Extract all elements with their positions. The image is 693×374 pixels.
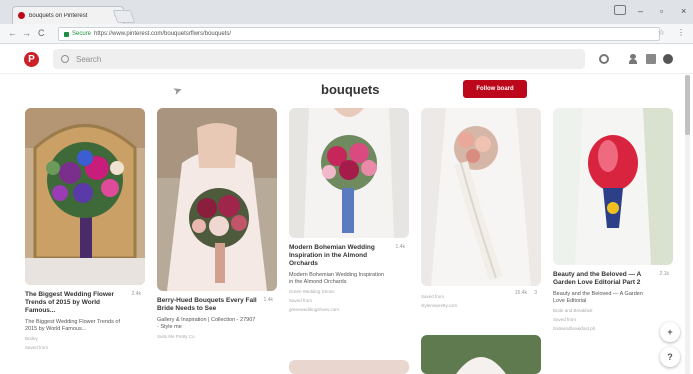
add-pin-button[interactable]: + [660,322,680,342]
shopping-bag-icon[interactable] [646,54,656,64]
board-title: bouquets [321,82,380,97]
pin-saved-from: Saved from [25,345,49,350]
pin-saved-from: Saved from [289,298,313,303]
pin-source[interactable]: Suits Me Pretty Co [157,334,277,340]
help-button[interactable]: ? [660,347,680,367]
follow-board-button[interactable]: Follow board [463,80,527,98]
pin-image[interactable] [421,108,541,286]
pin-source[interactable]: Green Wedding Shoes [289,289,409,295]
pin-source-domain[interactable]: brideandbreakfast.ph [553,326,673,332]
pin-source-domain[interactable]: stylemepretty.com [421,303,541,309]
pin-card[interactable]: The Biggest Wedding Flower Trends of 201… [25,108,145,351]
pin-image[interactable] [25,108,145,285]
compass-icon[interactable] [599,54,609,64]
pin-save-count: 2.4k [131,291,141,297]
profile-icon[interactable] [614,5,626,15]
search-icon [61,55,69,63]
browser-menu-icon[interactable]: ⋮ [677,28,685,37]
pin-card[interactable] [421,335,541,374]
lock-icon [64,31,69,37]
pinterest-header: P Search [0,44,693,74]
user-profile-icon[interactable] [628,54,638,64]
new-tab-button[interactable] [112,10,136,23]
pin-card[interactable]: Beauty and the Beloved — A Garden Love E… [553,108,673,332]
url-text[interactable]: https://www.pinterest.com/bouquetsrflwrs… [94,31,231,37]
minimize-button[interactable]: – [638,6,643,16]
pin-description: Modern Bohemian Wedding Inspiration in t… [289,272,384,285]
pin-description: Beauty and the Beloved — A Garden Love E… [553,291,643,304]
pin-save-count: 1.4k [263,297,273,303]
pin-comment-count: 3 [534,290,537,296]
pin-saved-from: Saved from [553,317,577,322]
send-icon[interactable]: ➤ [171,83,184,98]
pin-title[interactable]: Beauty and the Beloved — A Garden Love E… [553,271,673,287]
messages-icon[interactable] [663,54,673,64]
back-button[interactable]: ← [8,28,17,38]
maximize-button[interactable]: ▫ [660,6,663,16]
address-toolbar: ← → C Secure https://www.pinterest.com/b… [0,24,693,44]
pin-title[interactable]: Modern Bohemian Wedding Inspiration in t… [289,244,409,268]
pinterest-logo-icon[interactable]: P [24,52,39,67]
pin-card[interactable]: Modern Bohemian Wedding Inspiration in t… [289,108,409,313]
pin-image[interactable] [421,335,541,374]
pin-image[interactable] [553,108,673,265]
search-input[interactable]: Search [53,49,585,69]
bookmark-star-icon[interactable]: ☆ [658,28,665,37]
pin-save-count: 1.4k [395,244,405,250]
secure-label: Secure [72,31,92,37]
pin-title[interactable]: The Biggest Wedding Flower Trends of 201… [25,291,145,315]
pin-source[interactable]: Bridey [25,336,145,342]
pin-source-domain[interactable]: greenweddingshoes.com [289,307,409,313]
address-bar[interactable]: Secure https://www.pinterest.com/bouquet… [58,27,660,41]
scrollbar-thumb[interactable] [685,75,690,135]
pin-image[interactable] [289,108,409,238]
forward-button[interactable]: → [22,28,31,38]
search-placeholder: Search [76,54,102,64]
pin-save-count: 2.1k [659,271,669,277]
pin-save-count: 15.4k [514,290,527,296]
pin-image[interactable] [289,360,409,374]
pin-card[interactable]: Berry-Hued Bouquets Every Fall Bride Nee… [157,108,277,340]
pinterest-favicon-icon [18,12,25,19]
pin-card[interactable]: 15.4k 3 Saved from stylemepretty.com [421,108,541,309]
pin-card[interactable] [289,360,409,374]
reload-button[interactable]: C [38,28,45,38]
pin-source[interactable]: Bride and Breakfast [553,308,673,314]
pin-description: The Biggest Wedding Flower Trends of 201… [25,319,120,332]
browser-tab[interactable]: bouquets on Pinterest × [12,6,124,24]
pin-title[interactable]: Berry-Hued Bouquets Every Fall Bride Nee… [157,297,277,313]
scrollbar[interactable] [685,75,690,374]
pin-description: Gallery & Inspiration | Collection - 279… [157,317,256,330]
tab-title: bouquets on Pinterest [29,12,88,19]
pin-image[interactable] [157,108,277,291]
browser-titlebar: bouquets on Pinterest × – ▫ × [0,0,693,24]
close-window-button[interactable]: × [681,6,686,16]
